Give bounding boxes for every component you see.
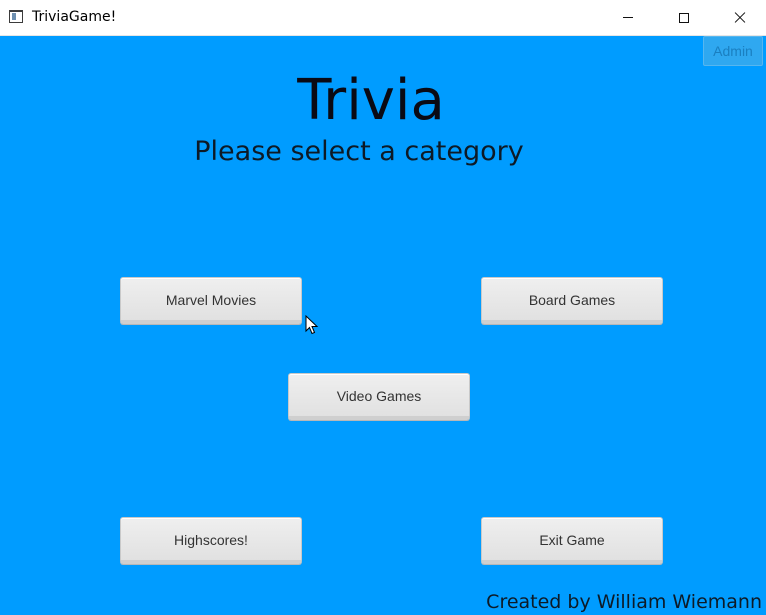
page-subtitle: Please select a category bbox=[194, 136, 524, 167]
maximize-button[interactable] bbox=[656, 0, 712, 35]
page-title: Trivia bbox=[297, 68, 445, 133]
app-window-icon bbox=[9, 10, 23, 23]
mouse-pointer-icon bbox=[305, 315, 319, 335]
window-title: TriviaGame! bbox=[32, 9, 117, 25]
app-window: TriviaGame! Admin Trivia Please select a… bbox=[0, 0, 766, 615]
maximize-icon bbox=[679, 12, 689, 23]
board-games-button[interactable]: Board Games bbox=[481, 277, 663, 324]
exit-game-button[interactable]: Exit Game bbox=[481, 517, 663, 564]
credit-text: Created by William Wiemann bbox=[486, 591, 762, 613]
highscores-button[interactable]: Highscores! bbox=[120, 517, 302, 564]
marvel-movies-button[interactable]: Marvel Movies bbox=[120, 277, 302, 324]
close-button[interactable] bbox=[712, 0, 766, 35]
video-games-button[interactable]: Video Games bbox=[288, 373, 470, 420]
minimize-button[interactable] bbox=[600, 0, 656, 35]
minimize-icon bbox=[623, 17, 633, 18]
admin-button[interactable]: Admin bbox=[703, 36, 763, 66]
title-bar[interactable]: TriviaGame! bbox=[0, 0, 766, 36]
main-panel: Admin Trivia Please select a category Ma… bbox=[0, 36, 766, 615]
close-icon bbox=[734, 12, 746, 24]
